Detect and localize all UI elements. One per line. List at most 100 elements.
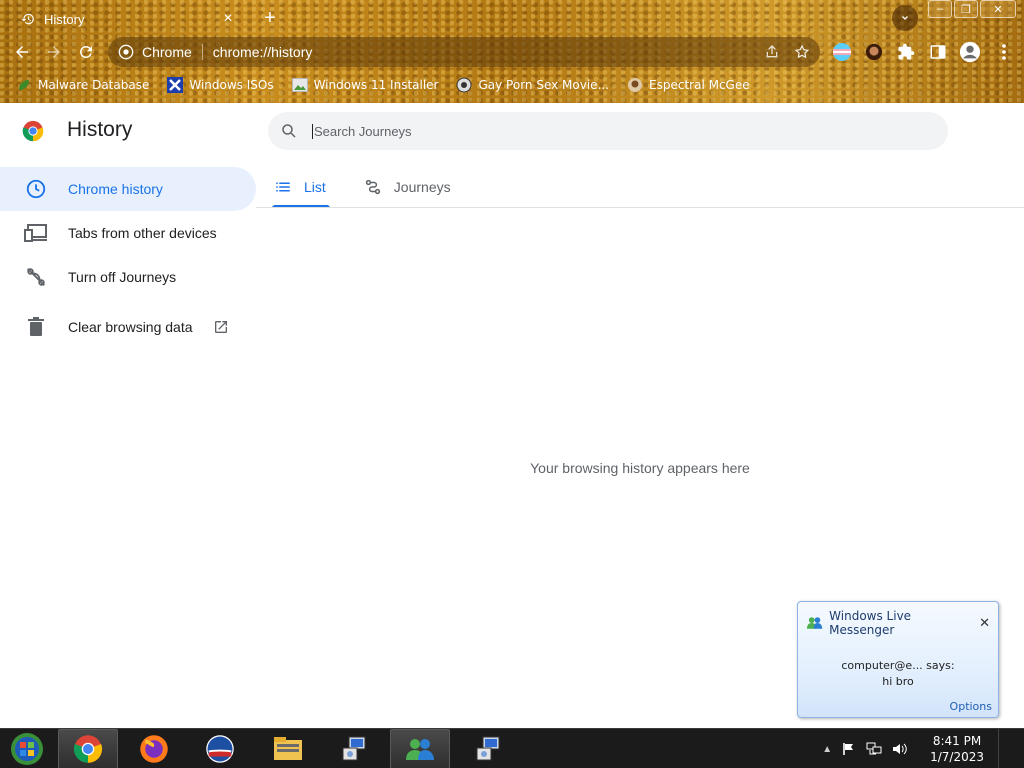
avatar-icon <box>627 77 643 93</box>
bookmark-windows-11-installer[interactable]: Windows 11 Installer <box>291 77 439 93</box>
sidebar-item-label: Turn off Journeys <box>68 269 177 285</box>
start-button[interactable] <box>0 729 54 768</box>
clock-icon <box>24 177 48 201</box>
sidebar-item-label: Tabs from other devices <box>68 225 217 241</box>
flag-extension-icon[interactable] <box>830 40 854 64</box>
campaign-logo-icon <box>206 735 234 763</box>
taskbar-chrome[interactable] <box>58 729 118 768</box>
clock[interactable]: 8:41 PM 1/7/2023 <box>930 733 984 765</box>
restore-button[interactable]: ❐ <box>954 0 978 18</box>
trash-icon <box>24 315 48 339</box>
tab-label: List <box>304 179 326 195</box>
bookmark-windows-isos[interactable]: Windows ISOs <box>167 77 274 93</box>
url-text[interactable]: chrome://history <box>213 44 764 60</box>
bookmark-label: Windows ISOs <box>189 78 274 92</box>
bookmark-label: Espectral McGee <box>649 78 750 92</box>
bookmark-star-icon[interactable] <box>794 44 810 60</box>
site-label: Chrome <box>142 44 192 60</box>
tab-search-button[interactable] <box>892 5 918 31</box>
tab-journeys[interactable]: Journeys <box>360 167 455 207</box>
tab-strip: History × + – ❐ ✕ <box>0 0 1024 34</box>
messenger-message: hi bro <box>882 675 914 688</box>
close-tab-icon[interactable]: × <box>220 10 236 27</box>
sidebar-item-label: Clear browsing data <box>68 319 193 335</box>
taskbar: ▲ 8:41 PM 1/7/2023 <box>0 728 1024 768</box>
list-icon <box>276 182 290 192</box>
profile-icon[interactable] <box>958 40 982 64</box>
reload-button[interactable] <box>72 38 100 66</box>
messenger-body: computer@e... says: hi bro <box>798 658 998 690</box>
forward-arrow-icon <box>48 46 60 58</box>
sidebar-item-clear-browsing-data[interactable]: Clear browsing data <box>0 305 256 349</box>
tabs-divider <box>256 207 1024 208</box>
show-hidden-icons-icon[interactable]: ▲ <box>822 744 832 755</box>
tab-history[interactable]: History × <box>8 4 248 34</box>
site-icon <box>456 77 472 93</box>
bookmark-site[interactable]: Gay Porn Sex Movie... <box>456 77 609 93</box>
bookmark-label: Malware Database <box>38 78 150 92</box>
folder-icon <box>274 737 302 760</box>
network-icon[interactable] <box>866 742 882 756</box>
sidebar-item-label: Chrome history <box>68 181 163 197</box>
system-tray: ▲ 8:41 PM 1/7/2023 <box>822 729 1024 768</box>
taskbar-file-explorer[interactable] <box>258 729 318 768</box>
view-tabs: List Journeys <box>270 167 485 208</box>
tab-list[interactable]: List <box>270 167 330 208</box>
chrome-logo-icon <box>73 735 103 763</box>
address-bar[interactable]: Chrome chrome://history <box>108 37 820 67</box>
open-in-new-icon <box>213 319 229 335</box>
search-box[interactable] <box>268 112 948 150</box>
tab-title: History <box>44 11 85 27</box>
messenger-title: Windows Live Messenger <box>829 609 912 637</box>
journeys-icon <box>365 179 380 195</box>
sidebar-item-chrome-history[interactable]: Chrome history <box>0 167 256 211</box>
taskbar-firefox[interactable] <box>124 729 184 768</box>
bookmark-label: Windows 11 Installer <box>313 78 439 92</box>
forward-button[interactable] <box>40 38 68 66</box>
messenger-sender: computer@e... says: <box>841 659 955 672</box>
firefox-icon <box>140 735 168 763</box>
volume-icon[interactable] <box>892 742 908 756</box>
messenger-buddies-icon <box>806 617 823 629</box>
browser-toolbar: Chrome chrome://history <box>0 34 1024 70</box>
search-icon <box>282 124 296 138</box>
minimize-button[interactable]: – <box>928 0 952 18</box>
avatar-extension-icon[interactable] <box>862 40 886 64</box>
bookmark-espectral-mcgee[interactable]: Espectral McGee <box>627 77 750 93</box>
new-tab-button[interactable]: + <box>258 6 282 30</box>
taskbar-messenger[interactable] <box>390 729 450 768</box>
start-orb-icon <box>11 733 43 765</box>
side-panel-icon[interactable] <box>926 40 950 64</box>
share-icon[interactable] <box>764 44 780 60</box>
devices-icon <box>24 221 48 245</box>
clock-date: 1/7/2023 <box>930 750 984 764</box>
close-window-button[interactable]: ✕ <box>980 0 1016 18</box>
browser-frame: History × + – ❐ ✕ Chrome chrome://histor… <box>0 0 1024 103</box>
taskbar-setup-program-2[interactable] <box>458 729 518 768</box>
x-logo-icon <box>167 77 184 93</box>
empty-history-message: Your browsing history appears here <box>530 460 750 476</box>
messenger-options-link[interactable]: Options <box>950 700 992 713</box>
leaf-icon <box>16 77 32 93</box>
reload-icon <box>79 45 92 58</box>
menu-kebab-icon[interactable] <box>992 40 1016 64</box>
search-input[interactable] <box>312 123 872 139</box>
messenger-notification[interactable]: Windows Live Messenger ✕ computer@e... s… <box>797 601 999 718</box>
back-arrow-icon <box>16 46 28 58</box>
show-desktop-button[interactable] <box>998 729 1008 768</box>
image-icon <box>291 77 308 93</box>
messenger-buddies-icon <box>406 739 434 760</box>
close-icon[interactable]: ✕ <box>979 616 990 631</box>
back-button[interactable] <box>8 38 36 66</box>
bookmark-malware-database[interactable]: Malware Database <box>16 77 149 93</box>
tab-label: Journeys <box>393 179 451 195</box>
site-chip[interactable]: Chrome <box>118 44 203 60</box>
taskbar-setup-program[interactable] <box>324 729 384 768</box>
action-center-flag-icon[interactable] <box>842 742 856 756</box>
sidebar-item-tabs-from-other-devices[interactable]: Tabs from other devices <box>0 211 256 255</box>
sidebar-item-turn-off-journeys[interactable]: Turn off Journeys <box>0 255 256 299</box>
installer-icon <box>476 736 500 761</box>
clock-time: 8:41 PM <box>932 734 982 748</box>
extensions-puzzle-icon[interactable] <box>894 40 918 64</box>
taskbar-obama-app[interactable] <box>190 729 250 768</box>
